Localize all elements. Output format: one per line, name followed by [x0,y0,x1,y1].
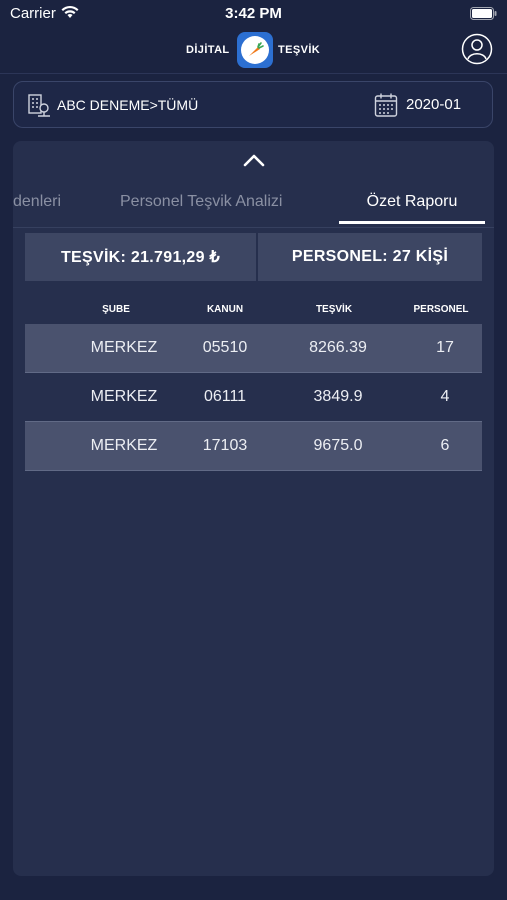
cell-tesvik: 3849.9 [313,388,363,405]
total-tesvik-label: TEŞVİK: 21.791,29 ₺ [60,249,221,266]
nav-bar: DİJİTAL TEŞVİK [0,28,507,72]
branch-location-icon [28,94,50,117]
filter-bar[interactable]: ABC DENEME>TÜMÜ 2020-01 [13,81,493,128]
cell-personel: 17 [436,339,454,356]
tab-personel-tesvik-analizi[interactable]: Personel Teşvik Analizi [120,193,282,211]
cell-kanun: 05510 [202,339,248,356]
cell-tesvik: 9675.0 [313,437,363,454]
active-tab-indicator [339,221,485,224]
table-row[interactable]: MERKEZ 06111 3849.9 4 [25,373,482,421]
profile-icon[interactable] [461,33,493,65]
cell-kanun: 17103 [202,437,248,454]
cell-sube: MERKEZ [90,388,158,405]
status-bar: Carrier 3:42 PM [0,0,507,28]
battery-icon [470,7,497,20]
clock: 3:42 PM [225,5,282,22]
cell-personel: 4 [440,388,450,405]
row-divider [25,470,482,471]
total-personel-label: PERSONEL: 27 KİŞİ [291,248,449,265]
tab-divider [13,227,494,228]
calendar-icon[interactable] [374,92,398,118]
brand-text-left: DİJİTAL [186,44,230,56]
column-header-sube: ŞUBE [102,304,130,315]
table-row[interactable]: MERKEZ 17103 9675.0 6 [25,422,482,470]
column-header-tesvik: TEŞVİK [315,304,353,315]
column-header-personel: PERSONEL [413,304,469,315]
period-selector-label[interactable]: 2020-01 [406,96,461,113]
column-header-kanun: KANUN [206,304,244,315]
branch-selector-label[interactable]: ABC DENEME>TÜMÜ [57,97,198,113]
tab-tesvik-nedenleri[interactable]: denleri [13,193,73,211]
table-row[interactable]: MERKEZ 05510 8266.39 17 [25,324,482,372]
cell-kanun: 06111 [203,388,247,405]
report-panel: denleri Personel Teşvik Analizi Özet Rap… [13,141,494,876]
nav-divider [0,73,507,74]
cell-personel: 6 [440,437,450,454]
chevron-up-icon[interactable] [241,152,267,168]
app-logo [237,32,273,68]
brand-text-right: TEŞVİK [278,44,321,56]
total-tesvik-box: TEŞVİK: 21.791,29 ₺ [25,233,256,281]
cell-sube: MERKEZ [90,339,158,356]
carrot-icon [249,42,264,56]
cell-sube: MERKEZ [90,437,158,454]
total-personel-box: PERSONEL: 27 KİŞİ [256,233,482,281]
cell-tesvik: 8266.39 [309,339,367,356]
tab-ozet-raporu[interactable]: Özet Raporu [339,193,485,211]
